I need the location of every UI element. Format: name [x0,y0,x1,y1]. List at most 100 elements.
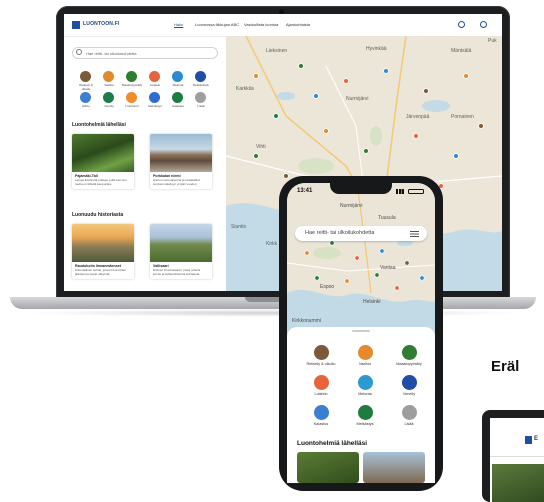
more-icon[interactable] [195,92,206,103]
ski-icon[interactable] [80,92,91,103]
map-label: Lieksinen [266,48,288,54]
anchor-icon[interactable] [402,375,417,390]
search-icon [76,49,82,55]
laptop-shadow [20,309,526,317]
map-marker[interactable] [298,63,304,69]
hiker-icon[interactable] [314,345,329,360]
compass-icon[interactable] [103,92,114,103]
nav-item-ajankohtaista[interactable]: Ajankohtaista [286,22,310,27]
map-marker[interactable] [363,148,369,154]
map-marker[interactable] [314,275,320,281]
map-marker[interactable] [463,73,469,79]
laptop-header [64,14,502,37]
bird-icon[interactable] [126,92,137,103]
skate-icon[interactable] [149,71,160,82]
card-description: Lepoja ikivihreitä polkuja, joilla luonn… [75,178,127,186]
map-label: Järvenpää [406,114,430,120]
nearby-heading: Luontohelmiä lähelläsi [297,440,368,447]
map-marker[interactable] [283,173,289,179]
map-marker[interactable] [394,285,400,291]
signal-icon [396,189,404,194]
card-image [150,134,212,172]
category-label: Lisää [404,422,414,426]
map-marker[interactable] [379,248,385,254]
history-card-2[interactable]: Vallisaari Entinen linnoitussaari, jossa… [150,224,212,279]
map-marker[interactable] [344,278,350,284]
tent-icon[interactable] [103,71,114,82]
card-description: Historiallinen kohde, jossa linnanmäen j… [75,268,127,276]
map-marker[interactable] [478,123,484,129]
tablet-screen: E [490,418,544,502]
map-marker[interactable] [273,113,279,119]
nearby-card-image[interactable] [297,452,359,483]
hero-image [492,464,544,502]
map-marker[interactable] [354,255,360,261]
category-label: Retkeily & ulkoilu [306,362,336,366]
kayak-icon[interactable] [358,375,373,390]
history-card-1[interactable]: Rauduholm linnanmäenset Historiallinen k… [72,224,134,279]
map-marker[interactable] [313,93,319,99]
map-marker[interactable] [419,275,425,281]
map-label: Kirkk [266,241,278,247]
search-placeholder: Hae reitti- tai ulkoilukohdetta [86,51,137,56]
map-marker[interactable] [323,128,329,134]
nearby-heading: Luontohelmiä lähelläsi [72,122,126,128]
map-marker[interactable] [253,153,259,159]
kayak-icon[interactable] [172,71,183,82]
category-label: Lintutornit [125,104,139,108]
category-label: Retkiluistelu [192,83,210,87]
map-label: Pornainen [451,114,474,120]
skate-icon[interactable] [314,375,329,390]
map-label: Puk [488,38,497,44]
category-label: Melonta [358,392,372,396]
language-icon[interactable] [458,21,465,28]
bike-icon[interactable] [126,71,137,82]
category-label: Retkeily & ulkoilu [79,83,93,91]
sheet-handle[interactable] [352,330,370,332]
map-label: Mäntsälä [451,48,472,54]
map-marker[interactable] [383,68,389,74]
map-marker[interactable] [423,88,429,94]
nav-item-abc[interactable]: Luonnossa liikkujan ABC [195,22,239,27]
menu-icon[interactable] [410,231,419,233]
compass-icon[interactable] [358,405,373,420]
map-marker[interactable] [253,73,259,79]
map-label: Espoo [320,284,335,290]
map-marker[interactable] [329,240,335,246]
map-marker[interactable] [413,133,419,139]
hiker-icon[interactable] [80,71,91,82]
map-marker[interactable] [374,272,380,278]
map-marker[interactable] [404,260,410,266]
anchor-icon[interactable] [195,71,206,82]
map-label: Nurmijärvi [346,96,369,102]
map-label: Kirkkonummi [292,318,321,324]
category-label: Maastopyöräily [396,362,422,366]
nearby-card-2[interactable]: Porkkalan niemi Hienot merimaisemat ja r… [150,134,212,189]
category-label: Vaellus [358,362,372,366]
nearby-card-1[interactable]: Pajamäki-Tali Lepoja ikivihreitä polkuja… [72,134,134,189]
bike-icon[interactable] [402,345,417,360]
category-label: Metsästys [356,422,374,426]
map-marker[interactable] [343,78,349,84]
battery-icon [408,189,424,194]
map-label: Helsinki [363,299,381,305]
phone-notch [330,183,392,194]
nearby-card-image[interactable] [363,452,425,483]
boat-icon[interactable] [149,92,160,103]
more-icon[interactable] [402,405,417,420]
map-label: Tuusula [378,215,396,221]
search-placeholder: Hae reitti- tai ulkoilukohdetta [305,230,375,236]
logo-text[interactable]: LUONTOON.FI [83,21,120,27]
map-marker[interactable] [453,153,459,159]
category-label: Kalastus [172,104,184,108]
map-marker[interactable] [304,250,310,256]
fish-icon[interactable] [172,92,183,103]
category-label: Veneily [104,104,114,108]
tent-icon[interactable] [358,345,373,360]
nav-item-vastuullista[interactable]: Vastuullista luontoa [244,22,278,27]
fish-icon[interactable] [314,405,329,420]
logo-icon[interactable] [72,21,80,29]
category-label: Metsästys [148,104,162,108]
settings-icon[interactable] [480,21,487,28]
nav-item-haku[interactable]: Haku [174,22,183,27]
